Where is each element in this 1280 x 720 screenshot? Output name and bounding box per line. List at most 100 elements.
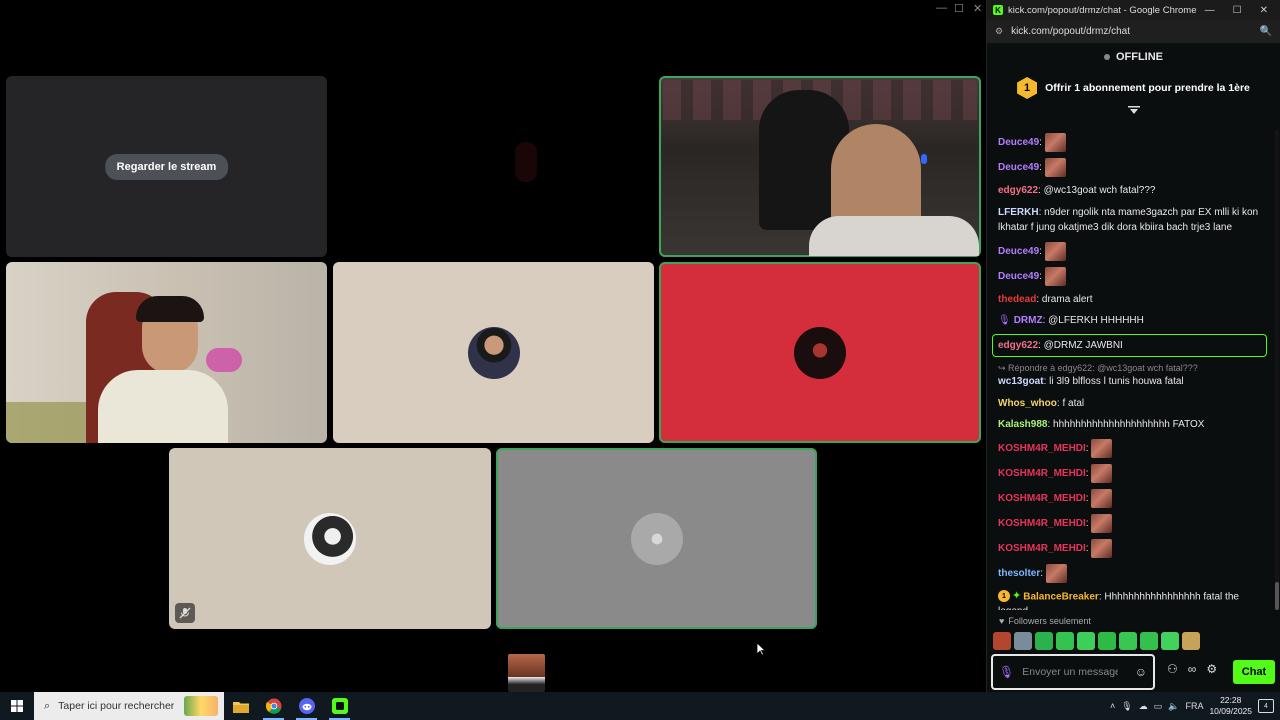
- chat-message-list[interactable]: Deuce49: Deuce49: edgy622: @wc13goat wch…: [987, 130, 1271, 610]
- chat-username[interactable]: KOSHM4R_MEHDI: [998, 468, 1086, 479]
- chevron-up-icon[interactable]: ˄: [1110, 701, 1115, 711]
- chat-message[interactable]: thedead: drama alert: [998, 289, 1261, 311]
- chat-username[interactable]: thedead: [998, 294, 1036, 305]
- close-icon[interactable]: ✕: [973, 2, 982, 15]
- watch-stream-button[interactable]: Regarder le stream: [104, 153, 229, 180]
- emote-icon[interactable]: [1014, 632, 1032, 650]
- chat-username[interactable]: thesolter: [998, 568, 1040, 579]
- chat-username[interactable]: DRMZ: [1014, 315, 1043, 326]
- chat-message[interactable]: thesolter:: [998, 561, 1261, 586]
- chat-username[interactable]: Deuce49: [998, 137, 1039, 148]
- emote-icon[interactable]: [1182, 632, 1200, 650]
- avatar-tile-4[interactable]: [496, 448, 817, 629]
- link-icon[interactable]: ∞: [1188, 662, 1197, 676]
- user-avatar: [794, 326, 846, 379]
- chat-username[interactable]: Deuce49: [998, 271, 1039, 282]
- emote-icon[interactable]: [1077, 632, 1095, 650]
- chat-text: @DRMZ JAWBNI: [1043, 339, 1123, 351]
- chat-message[interactable]: edgy622: @wc13goat wch fatal???: [998, 180, 1261, 202]
- chat-username[interactable]: KOSHM4R_MEHDI: [998, 518, 1086, 529]
- avatar-tile-3[interactable]: [169, 448, 491, 629]
- maximize-icon[interactable]: ☐: [1233, 5, 1242, 16]
- windows-start-icon[interactable]: [0, 692, 34, 720]
- chat-username[interactable]: KOSHM4R_MEHDI: [998, 443, 1086, 454]
- chat-message[interactable]: KOSHM4R_MEHDI:: [998, 436, 1261, 461]
- chat-message[interactable]: 1 ✦ BalanceBreaker: Hhhhhhhhhhhhhhhhh fata…: [998, 586, 1261, 610]
- gift-sub-banner[interactable]: 1 Offrir 1 abonnement pour prendre la 1è…: [987, 71, 1280, 105]
- emote-icon[interactable]: [1119, 632, 1137, 650]
- chat-username[interactable]: edgy622: [998, 340, 1038, 351]
- chat-message[interactable]: KOSHM4R_MEHDI:: [998, 536, 1261, 561]
- chat-message[interactable]: ↪ Répondre à edgy622: @wc13goat wch fata…: [998, 359, 1261, 393]
- site-settings-icon[interactable]: ⚙: [995, 26, 1003, 37]
- chat-username[interactable]: wc13goat: [998, 376, 1044, 387]
- chat-message[interactable]: Whos_whoo: f atal: [998, 393, 1261, 415]
- minimize-icon[interactable]: —: [936, 2, 947, 14]
- zoom-icon[interactable]: 🔍: [1260, 26, 1272, 37]
- emote-icon[interactable]: [1161, 632, 1179, 650]
- chat-username[interactable]: edgy622: [998, 185, 1038, 196]
- gift-rank-icon: 1: [1017, 77, 1038, 99]
- clock[interactable]: 22:28 10/09/2025: [1209, 695, 1252, 717]
- send-chat-button[interactable]: Chat: [1233, 660, 1275, 684]
- reply-reference[interactable]: ↪ Répondre à edgy622: @wc13goat wch fata…: [998, 362, 1261, 374]
- pinned-toggle-icon[interactable]: [987, 105, 1280, 119]
- cam-tile-2[interactable]: [6, 262, 327, 443]
- file-explorer-icon[interactable]: [224, 692, 257, 720]
- chrome-icon[interactable]: [257, 692, 290, 720]
- mic-tray-icon[interactable]: 🎙: [1121, 701, 1132, 712]
- chat-username[interactable]: Whos_whoo: [998, 398, 1057, 409]
- chat-message[interactable]: KOSHM4R_MEHDI:: [998, 461, 1261, 486]
- kick-app-icon[interactable]: [323, 692, 356, 720]
- volume-icon[interactable]: 🔈: [1168, 701, 1179, 712]
- chat-message[interactable]: Deuce49:: [998, 239, 1261, 264]
- gear-icon[interactable]: ⚙: [1206, 662, 1217, 676]
- chat-message[interactable]: 🎙 DRMZ: @LFERKH HHHHHH: [998, 310, 1261, 332]
- avatar-tile-red[interactable]: [659, 262, 981, 443]
- emote-icon[interactable]: [1056, 632, 1074, 650]
- address-bar[interactable]: ⚙ kick.com/popout/drmz/chat 🔍: [987, 20, 1280, 43]
- maximize-icon[interactable]: ☐: [954, 2, 964, 15]
- emote-icon[interactable]: [1035, 632, 1053, 650]
- chat-username[interactable]: LFERKH: [998, 207, 1039, 218]
- chat-username[interactable]: Deuce49: [998, 246, 1039, 257]
- mic-icon[interactable]: 🎙: [999, 665, 1014, 679]
- stream-tile[interactable]: Regarder le stream: [6, 76, 327, 257]
- chat-message[interactable]: Deuce49:: [998, 155, 1261, 180]
- broadcaster-badge-icon: 🎙: [998, 315, 1011, 326]
- network-icon[interactable]: ▭: [1154, 701, 1163, 712]
- url-text[interactable]: kick.com/popout/drmz/chat: [1011, 26, 1130, 37]
- avatar-tile-1[interactable]: [333, 262, 654, 443]
- streamer-cam-tile[interactable]: [659, 76, 981, 257]
- minimize-icon[interactable]: —: [1205, 5, 1215, 16]
- chat-message[interactable]: edgy622: @DRMZ JAWBNI: [992, 333, 1267, 357]
- overflow-participant-avatar[interactable]: [508, 654, 545, 692]
- users-icon[interactable]: ⚇: [1167, 662, 1178, 676]
- emote-icon[interactable]: [993, 632, 1011, 650]
- chat-username[interactable]: Kalash988: [998, 419, 1047, 430]
- language-indicator[interactable]: FRA: [1185, 701, 1203, 711]
- emote-icon[interactable]: [1098, 632, 1116, 650]
- chat-message[interactable]: LFERKH: n9der ngolik nta mame3gazch par …: [998, 202, 1261, 239]
- notification-center-icon[interactable]: 4: [1258, 699, 1274, 713]
- chat-username[interactable]: KOSHM4R_MEHDI: [998, 543, 1086, 554]
- emote-icon[interactable]: [1140, 632, 1158, 650]
- chat-input-box[interactable]: 🎙 ☺: [991, 654, 1155, 690]
- taskbar-search[interactable]: ⌕ Taper ici pour rechercher: [34, 692, 224, 720]
- chat-scrollbar[interactable]: [1275, 130, 1279, 610]
- chat-message-input[interactable]: [1022, 666, 1119, 678]
- cloud-icon[interactable]: ☁: [1139, 701, 1148, 712]
- chat-username[interactable]: KOSHM4R_MEHDI: [998, 493, 1086, 504]
- discord-icon[interactable]: [290, 692, 323, 720]
- close-icon[interactable]: ✕: [1260, 5, 1268, 16]
- chat-message[interactable]: KOSHM4R_MEHDI:: [998, 511, 1261, 536]
- chat-message[interactable]: Kalash988: hhhhhhhhhhhhhhhhhhhhh FATOX: [998, 414, 1261, 436]
- emoji-picker-icon[interactable]: ☺: [1135, 665, 1147, 679]
- chat-username[interactable]: Deuce49: [998, 162, 1039, 173]
- chat-message[interactable]: Deuce49:: [998, 264, 1261, 289]
- chat-username[interactable]: BalanceBreaker: [1023, 591, 1099, 602]
- scrollbar-thumb[interactable]: [1275, 582, 1279, 610]
- chat-message[interactable]: KOSHM4R_MEHDI:: [998, 486, 1261, 511]
- dark-cam-tile[interactable]: [333, 76, 654, 257]
- chat-message[interactable]: Deuce49:: [998, 130, 1261, 155]
